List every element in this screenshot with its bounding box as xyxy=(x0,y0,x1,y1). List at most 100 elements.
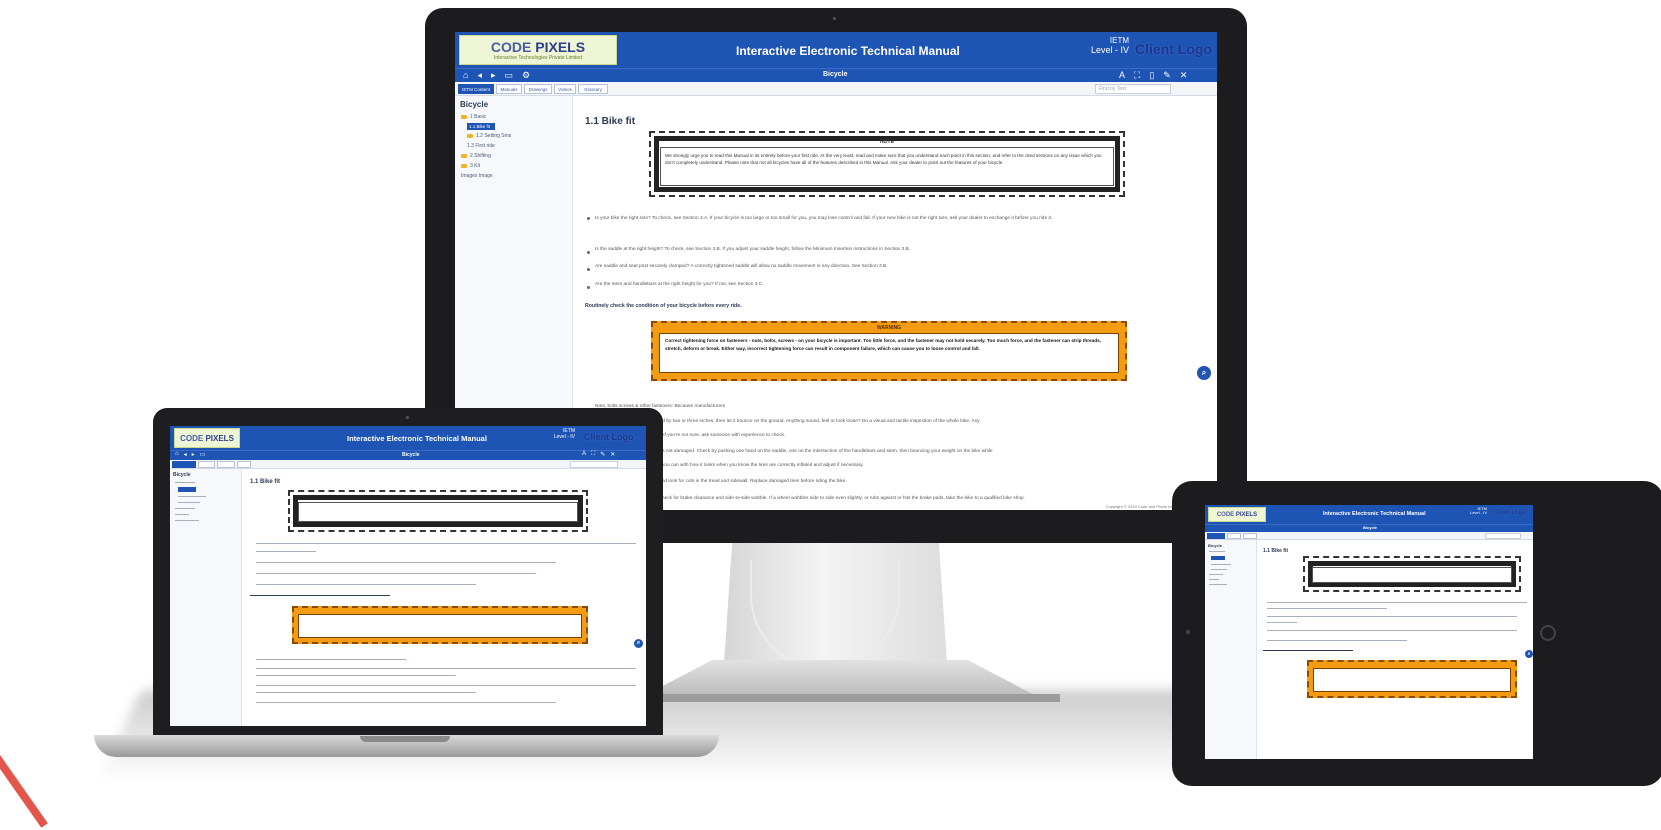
warning-box xyxy=(292,606,588,644)
fullscreen-icon[interactable]: ⛶ xyxy=(1134,70,1140,81)
tree-label: 1.3 First ride xyxy=(467,143,495,149)
search-fab-icon[interactable]: ⌕ xyxy=(1525,650,1533,658)
tab-manuals[interactable]: Manuals xyxy=(496,84,522,94)
company-logo[interactable]: CODE PIXELS xyxy=(174,428,240,448)
close-icon[interactable]: ✕ xyxy=(1180,70,1188,81)
logo-pixels-text: PIXELS xyxy=(205,433,234,443)
company-logo[interactable]: CODE PIXELS xyxy=(1208,507,1266,522)
monitor-camera xyxy=(833,17,836,20)
logo-main-text: CODE xyxy=(180,433,204,443)
tab-videos[interactable] xyxy=(237,461,251,468)
tree-label: Images Image xyxy=(461,173,493,179)
tree-item-shifting[interactable]: 2 Shifting xyxy=(461,153,491,159)
tree-item-first-ride[interactable]: 1.3 First ride xyxy=(467,143,495,149)
find-by-text-input[interactable] xyxy=(1485,533,1521,539)
tree-root[interactable]: Bicycle xyxy=(1208,543,1222,548)
bullet-text: Are the stem and handlebars at the right… xyxy=(595,282,764,287)
note-body xyxy=(1312,567,1512,583)
prev-icon[interactable]: ◂ xyxy=(477,70,482,81)
tab-videos[interactable]: Videos xyxy=(554,84,576,94)
app-title: Interactive Electronic Technical Manual xyxy=(1323,511,1426,517)
print-icon[interactable]: ▭ xyxy=(200,451,206,458)
tab-drawings[interactable] xyxy=(217,461,235,468)
tab-glossary[interactable]: Glossary xyxy=(578,84,608,94)
bookmark-icon[interactable]: ▯ xyxy=(1149,70,1154,81)
level-label: Level - IV xyxy=(1090,44,1129,55)
note-body xyxy=(298,502,578,522)
next-icon[interactable]: ▸ xyxy=(491,70,496,81)
text-line xyxy=(1267,622,1297,623)
folder-icon xyxy=(461,115,467,119)
pen-icon[interactable]: ✎ xyxy=(600,451,605,458)
home-icon[interactable]: ⌂ xyxy=(463,70,468,81)
tree-line xyxy=(1209,551,1225,552)
fullscreen-icon[interactable]: ⛶ xyxy=(591,451,595,458)
print-icon[interactable]: ▭ xyxy=(505,70,514,81)
pen-icon[interactable]: ✎ xyxy=(1163,70,1171,81)
tab-ietm-content[interactable]: IETM Content xyxy=(458,84,494,94)
logo-wordmark: CODE PIXELS xyxy=(491,39,585,55)
tree-line xyxy=(175,508,195,509)
tablet-camera xyxy=(1186,630,1190,634)
font-size-icon[interactable]: A xyxy=(1119,70,1125,81)
search-fab-icon[interactable]: ⌕ xyxy=(1197,366,1211,380)
folder-icon xyxy=(467,134,473,138)
toolbar-left-icons: ⌂ ◂ ▸ ▭ ⚙ xyxy=(463,70,530,81)
client-logo: Client Logo xyxy=(584,432,634,442)
toolbar-right-icons: A ⛶ ✎ ✕ xyxy=(582,451,615,458)
company-logo[interactable]: CODE PIXELS Interactive Technologies Pri… xyxy=(459,35,617,65)
content-pane: 1.1 Bike fit ⌕ xyxy=(1257,540,1533,759)
bullet-dot xyxy=(587,268,590,271)
tab-ietm-content[interactable] xyxy=(172,461,196,468)
find-by-text-input[interactable] xyxy=(570,461,618,468)
tree-item-images[interactable]: Images Image xyxy=(461,173,493,179)
tree-root[interactable]: Bicycle xyxy=(173,472,191,478)
bullet-text: Is your bike the right size? To check, s… xyxy=(595,216,1053,221)
close-icon[interactable]: ✕ xyxy=(610,451,615,458)
tree-item-kit[interactable]: 3 Kit xyxy=(461,163,480,169)
bullet-text: Is the saddle at the right height? To ch… xyxy=(595,247,911,252)
font-size-icon[interactable]: A xyxy=(582,451,586,458)
app-toolbar: Bicycle xyxy=(1205,524,1533,532)
next-icon[interactable]: ▸ xyxy=(192,451,195,458)
find-by-text-input[interactable]: Find by Text xyxy=(1095,84,1171,94)
home-icon[interactable]: ⌂ xyxy=(175,451,179,458)
section-heading: 1.1 Bike fit xyxy=(585,116,636,127)
warning-title: WARNING xyxy=(876,325,902,331)
settings-icon[interactable]: ⚙ xyxy=(522,70,530,81)
warning-box xyxy=(1307,660,1517,698)
tree-line xyxy=(1211,569,1227,570)
tree-line xyxy=(178,496,206,497)
tab-ietm-content[interactable] xyxy=(1207,533,1225,539)
tree-item-bike-fit[interactable]: 1.1 Bike fit xyxy=(467,123,495,130)
search-fab-icon[interactable]: ⌕ xyxy=(634,639,643,648)
toolbar-left-icons: ⌂ ◂ ▸ ▭ xyxy=(175,451,205,458)
text-line xyxy=(1267,608,1387,609)
text-line xyxy=(256,551,316,552)
tree-line xyxy=(1209,579,1219,580)
app-header: CODE PIXELS Interactive Technologies Pri… xyxy=(455,32,1217,68)
tab-drawings[interactable] xyxy=(1243,533,1257,539)
prev-icon[interactable]: ◂ xyxy=(184,451,187,458)
monitor-stand-base xyxy=(640,660,1040,698)
tree-item-setting[interactable]: 1.2 Setting Sms xyxy=(467,133,511,139)
tree-item-bike-fit[interactable] xyxy=(178,487,196,492)
tree-item-bike-fit[interactable] xyxy=(1211,556,1225,560)
text-line xyxy=(256,573,536,574)
tabs-row xyxy=(1205,532,1533,540)
tab-drawings[interactable]: Drawings xyxy=(524,84,552,94)
laptop-notch xyxy=(360,736,450,742)
tab-manuals[interactable] xyxy=(198,461,215,468)
note-title: NOTE xyxy=(880,139,894,145)
tree-line xyxy=(175,514,189,515)
tree-line xyxy=(1209,584,1227,585)
tree-label: 3 Kit xyxy=(470,163,481,169)
tree-line xyxy=(1211,564,1231,565)
client-logo: Client Logo xyxy=(1493,510,1526,516)
tree-root[interactable]: Bicycle xyxy=(460,100,488,109)
note-box xyxy=(288,490,588,532)
tab-manuals[interactable] xyxy=(1227,533,1241,539)
tree-item-basic[interactable]: 1 Basic xyxy=(461,114,486,120)
folder-icon xyxy=(461,154,467,158)
app-title: Interactive Electronic Technical Manual xyxy=(736,44,960,58)
